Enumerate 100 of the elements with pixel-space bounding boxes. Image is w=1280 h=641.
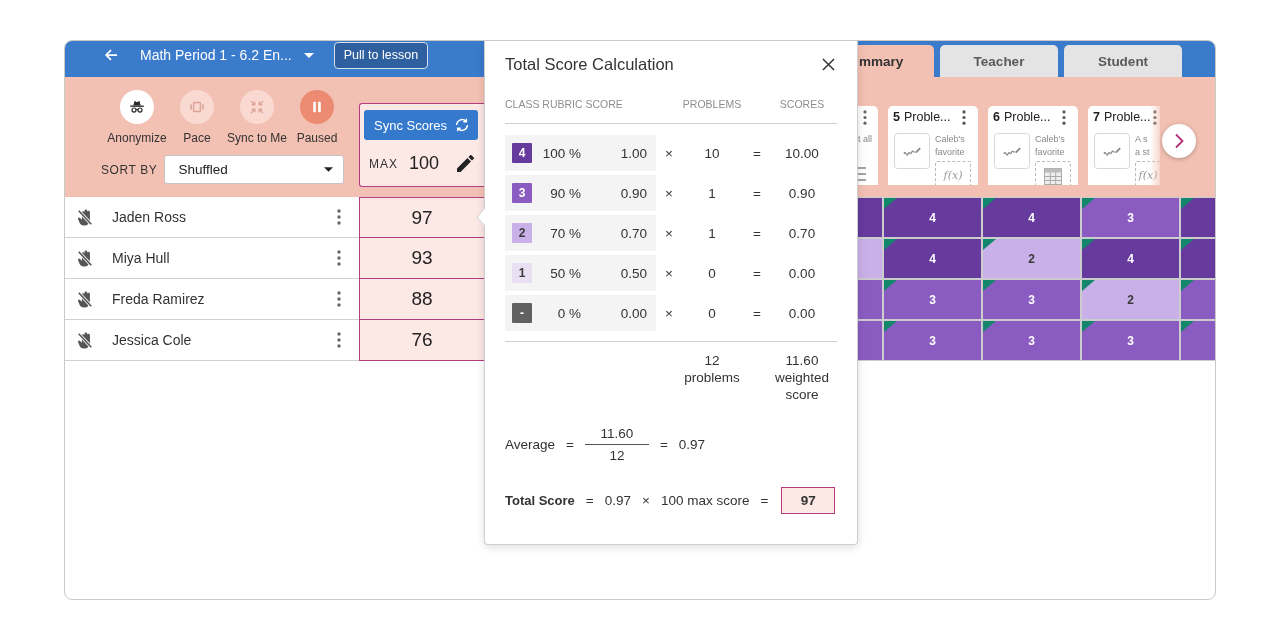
equals-sign: = [760,493,769,508]
caret-icon [303,52,314,58]
more-icon[interactable] [337,332,341,348]
next-button[interactable] [1162,124,1196,158]
max-score-value: 100 [409,153,440,174]
rubric-cell[interactable]: 3 [884,280,981,319]
anonymize-button[interactable]: Anonymize [107,90,167,145]
more-icon[interactable] [1153,109,1157,125]
rubric-cell[interactable]: 3 [983,280,1080,319]
tab[interactable]: Teacher [940,45,1058,77]
card-description: t all [858,133,872,145]
total-score-cell[interactable]: 76 [359,320,485,361]
squiggle-thumbnail-icon [994,133,1030,169]
function-attachment: f(x) [1135,161,1160,185]
problem-count: 0 [708,265,716,281]
rubric-cell[interactable]: 3 [1082,198,1179,237]
sort-select[interactable]: Shuffled [164,155,345,184]
rubric-badge: 1 [512,263,532,283]
rubric-cell[interactable]: 2 [983,239,1080,278]
rubric-cell[interactable]: 4 [884,239,981,278]
problem-count: 0 [708,305,716,321]
rubric-cell[interactable] [858,280,882,319]
rubric-cell[interactable]: 3 [983,321,1080,360]
times-sign: × [665,305,673,321]
rubric-cell[interactable] [1181,239,1215,278]
equals-sign: = [585,493,594,508]
rubric-score: 3 [1127,333,1134,348]
problem-card[interactable]: t all [858,106,878,185]
pull-to-lesson-button[interactable]: Pull to lesson [333,41,429,69]
total-score-label: Total Score [505,493,575,508]
corner-flag-icon [1082,239,1095,250]
problem-count: 1 [708,185,716,201]
weighted-score: 0.00 [788,265,816,281]
rubric-weight: 0.00 [619,305,647,321]
close-icon[interactable] [822,57,835,71]
times-sign: × [665,265,673,281]
sync-scores-button[interactable]: Sync Scores [364,110,478,140]
rubric-score: 4 [1127,251,1134,266]
rubric-cell[interactable]: 4 [983,198,1080,237]
problem-title: Proble... [1003,110,1051,124]
card-description: A s a st [1135,133,1150,158]
weighted-score: 10.00 [785,145,819,161]
class-title-dropdown[interactable]: Math Period 1 - 6.2 En... [140,47,314,63]
weighted-score: 0.70 [788,225,816,241]
equals-sign: = [753,225,761,241]
corner-flag-icon [983,198,996,209]
rubric-cell[interactable]: 3 [884,321,981,360]
function-attachment: f(x) [935,161,971,185]
equals-sign: = [753,185,761,201]
hand-slash-icon[interactable] [77,208,93,226]
problem-card[interactable]: 6 Proble... Caleb's favorite [988,106,1078,185]
total-score-cell[interactable]: 97 [359,197,485,238]
total-score-cell[interactable]: 93 [359,238,485,279]
hand-slash-icon[interactable] [77,290,93,308]
max-score-text: 100 max score [660,493,750,508]
rubric-percent: 100 % [541,145,581,161]
tab[interactable]: mmary [858,45,934,77]
squiggle-thumbnail-icon [894,133,930,169]
corner-flag-icon [1181,198,1194,209]
times-sign: × [665,145,673,161]
rubric-badge: 3 [512,183,532,203]
corner-flag-icon [1082,280,1095,291]
average-result: 0.97 [678,437,706,452]
corner-flag-icon [983,239,996,250]
tab[interactable]: Student [1064,45,1182,77]
rubric-score: 3 [1028,333,1035,348]
rubric-percent: 0 % [556,305,581,321]
rubric-percent: 90 % [549,185,581,201]
more-icon[interactable] [337,209,341,225]
rubric-cell[interactable] [858,198,882,237]
problem-card[interactable]: 5 Proble... Caleb's favorite f(x) [888,106,978,185]
rubric-cell[interactable]: 2 [1082,280,1179,319]
rubric-cell[interactable]: 3 [1082,321,1179,360]
rubric-score: 3 [1127,210,1134,225]
rubric-badge: 4 [512,143,532,163]
rubric-cell[interactable] [858,239,882,278]
more-icon[interactable] [337,250,341,266]
total-score-result: 97 [781,487,836,514]
corner-flag-icon [1082,198,1095,209]
hand-slash-icon[interactable] [77,249,93,267]
pencil-icon[interactable] [457,155,475,172]
rubric-cell[interactable] [1181,280,1215,319]
total-score-cell[interactable]: 88 [359,279,485,320]
rubric-cell[interactable]: 4 [884,198,981,237]
more-icon[interactable] [1062,109,1066,125]
more-icon[interactable] [863,110,867,125]
column-header: CLASS RUBRIC SCORE [505,97,623,111]
rubric-cell[interactable] [1181,321,1215,360]
rubric-cell[interactable] [1181,198,1215,237]
refresh-icon [454,117,470,133]
problem-card[interactable]: 7 Proble... A s a st f(x) [1088,106,1160,185]
rubric-cell[interactable]: 4 [1082,239,1179,278]
more-icon[interactable] [962,109,966,125]
more-icon[interactable] [337,291,341,307]
rubric-cell[interactable] [858,321,882,360]
popup-title: Total Score Calculation [505,54,674,74]
rubric-score: 2 [1127,292,1134,307]
back-arrow-icon[interactable] [104,48,118,62]
hand-slash-icon[interactable] [77,331,93,349]
pause-button[interactable]: Paused [296,90,338,145]
